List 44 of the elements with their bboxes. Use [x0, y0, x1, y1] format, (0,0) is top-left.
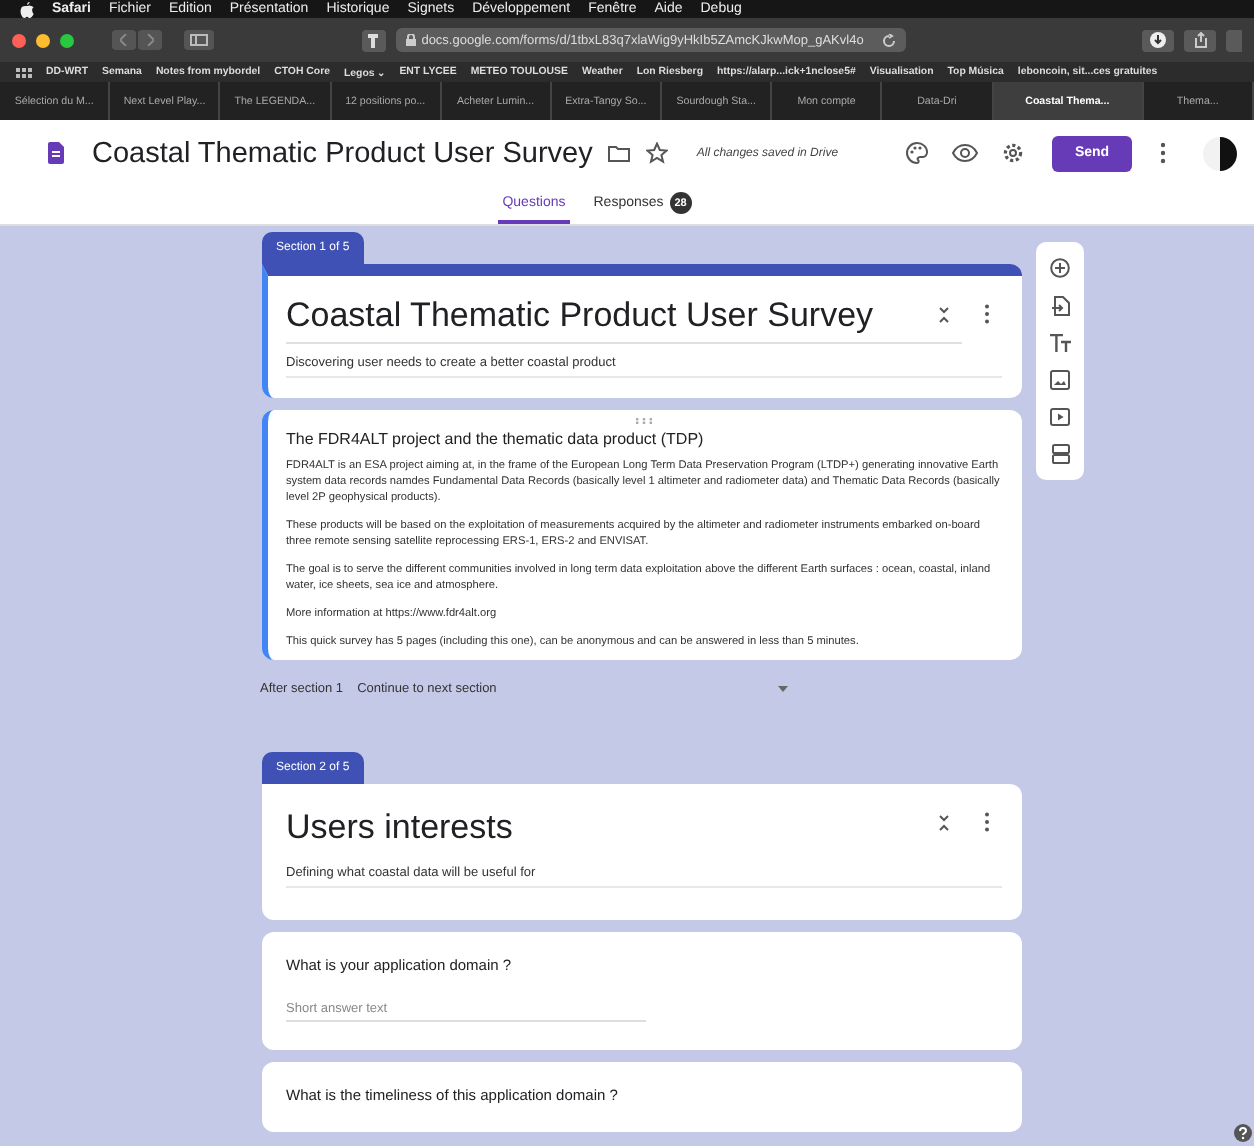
chevron-left-icon	[120, 34, 128, 46]
sidebar-icon	[190, 34, 208, 46]
more-options-icon[interactable]	[984, 812, 990, 832]
help-icon[interactable]	[1234, 1124, 1252, 1142]
drag-handle-icon[interactable]	[636, 418, 652, 424]
collapse-icon[interactable]	[938, 813, 950, 831]
section-title[interactable]: Users interests	[286, 808, 962, 854]
reader-icon	[368, 33, 379, 47]
bookmarks-grid-icon[interactable]	[16, 67, 32, 77]
form-title: Coastal Thematic Product User Survey	[92, 137, 593, 169]
more-options-icon[interactable]	[1160, 142, 1166, 164]
add-question-icon[interactable]	[1050, 258, 1070, 278]
preview-eye-icon[interactable]	[952, 144, 978, 162]
minimize-window-button[interactable]	[36, 33, 50, 47]
share-icon	[1193, 32, 1207, 48]
add-section-icon[interactable]	[1051, 444, 1069, 464]
settings-icon[interactable]	[1002, 142, 1024, 164]
forward-button[interactable]	[138, 30, 162, 50]
section-title[interactable]: Coastal Thematic Product User Survey	[286, 296, 962, 344]
dropdown-caret-icon	[777, 686, 788, 692]
account-avatar[interactable]	[1202, 135, 1238, 171]
add-title-icon[interactable]	[1049, 334, 1071, 352]
share-button[interactable]	[1184, 29, 1216, 51]
palette-icon[interactable]	[906, 142, 928, 164]
collapse-icon[interactable]	[938, 305, 950, 323]
add-image-icon[interactable]	[1050, 370, 1070, 390]
apple-logo-icon[interactable]	[20, 1, 34, 17]
close-window-button[interactable]	[12, 33, 26, 47]
more-options-icon[interactable]	[984, 304, 990, 324]
zoom-window-button[interactable]	[60, 33, 74, 47]
reader-button[interactable]	[361, 29, 386, 51]
download-icon	[1150, 32, 1166, 48]
reload-icon[interactable]	[881, 33, 896, 47]
star-icon[interactable]	[646, 142, 669, 164]
folder-icon[interactable]	[608, 144, 631, 162]
text-block-title: The FDR4ALT project and the thematic data product (TDP)	[286, 430, 706, 448]
lock-icon	[405, 34, 416, 46]
forms-logo-icon[interactable]	[48, 142, 64, 164]
chevron-right-icon	[146, 34, 154, 46]
import-questions-icon[interactable]	[1051, 296, 1069, 316]
back-button[interactable]	[112, 30, 136, 50]
sidebar-button[interactable]	[184, 30, 214, 50]
add-video-icon[interactable]	[1050, 408, 1070, 426]
download-button[interactable]	[1142, 29, 1174, 51]
